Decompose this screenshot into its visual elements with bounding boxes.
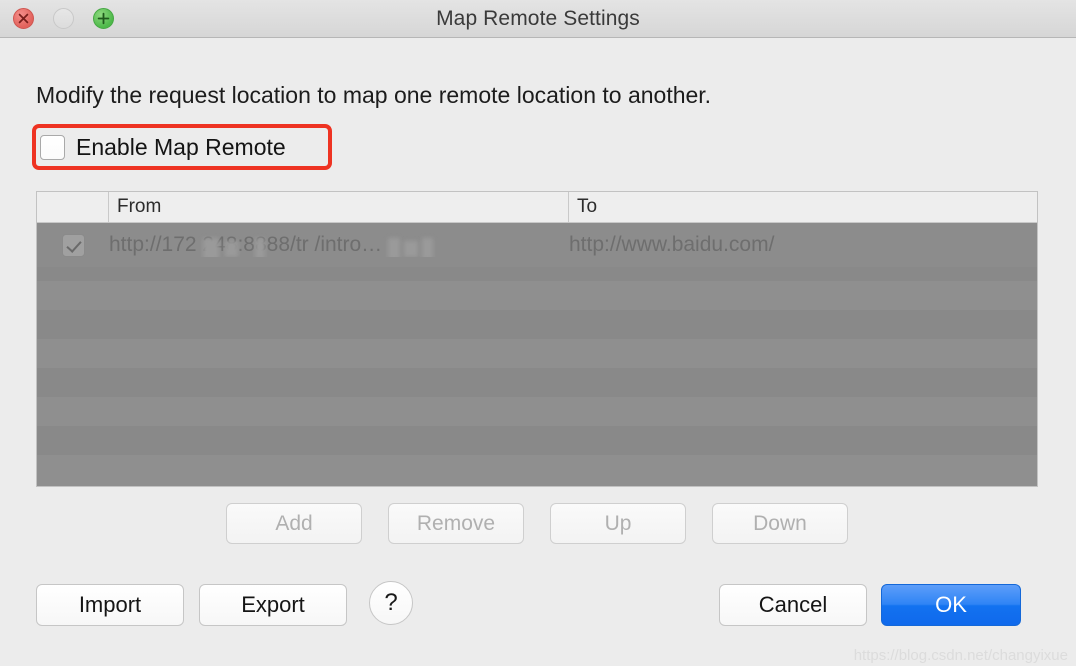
row-from-text: http://172 248:8888/tr /intro… bbox=[109, 233, 383, 256]
row-stripe bbox=[37, 455, 1037, 484]
ok-button[interactable]: OK bbox=[881, 584, 1021, 626]
table-row[interactable]: http://172 248:8888/tr /intro… http://ww… bbox=[37, 223, 1037, 267]
enable-map-remote-row[interactable]: Enable Map Remote bbox=[40, 131, 286, 163]
down-button[interactable]: Down bbox=[712, 503, 848, 544]
row-enabled-checkbox[interactable] bbox=[61, 233, 85, 257]
row-stripe bbox=[37, 397, 1037, 426]
row-stripe bbox=[37, 310, 1037, 339]
row-enabled-cell[interactable] bbox=[37, 233, 109, 257]
help-button[interactable]: ? bbox=[369, 581, 413, 625]
redaction-block bbox=[422, 238, 433, 257]
up-button[interactable]: Up bbox=[550, 503, 686, 544]
cancel-button[interactable]: Cancel bbox=[719, 584, 867, 626]
redaction-block bbox=[203, 238, 219, 257]
column-header-enabled[interactable] bbox=[37, 192, 109, 222]
row-stripe bbox=[37, 368, 1037, 397]
table-header-row: From To bbox=[37, 192, 1037, 223]
add-button[interactable]: Add bbox=[226, 503, 362, 544]
redaction-block bbox=[255, 238, 265, 257]
enable-map-remote-label: Enable Map Remote bbox=[76, 133, 286, 160]
row-stripe bbox=[37, 339, 1037, 368]
watermark: https://blog.csdn.net/changyixue bbox=[853, 647, 1068, 664]
dialog-description: Modify the request location to map one r… bbox=[36, 82, 712, 108]
table-body[interactable]: http://172 248:8888/tr /intro… http://ww… bbox=[37, 223, 1037, 486]
redaction-block bbox=[404, 241, 418, 257]
redaction-block bbox=[225, 241, 238, 257]
window-titlebar: Map Remote Settings bbox=[0, 0, 1076, 38]
remove-button[interactable]: Remove bbox=[388, 503, 524, 544]
row-from-cell: http://172 248:8888/tr /intro… bbox=[109, 233, 569, 257]
row-stripe bbox=[37, 281, 1037, 310]
window-title: Map Remote Settings bbox=[436, 7, 640, 30]
column-header-from[interactable]: From bbox=[109, 192, 569, 222]
table-action-buttons: Add Remove Up Down bbox=[226, 503, 848, 544]
mappings-table[interactable]: From To http://172 248:8888/tr /intro… h… bbox=[36, 191, 1038, 487]
import-button[interactable]: Import bbox=[36, 584, 184, 626]
redaction-block bbox=[388, 238, 400, 257]
row-stripe bbox=[37, 426, 1037, 455]
column-header-to[interactable]: To bbox=[569, 192, 1037, 222]
enable-map-remote-checkbox[interactable] bbox=[40, 134, 65, 160]
row-to-cell: http://www.baidu.com/ bbox=[569, 233, 775, 256]
export-button[interactable]: Export bbox=[199, 584, 347, 626]
